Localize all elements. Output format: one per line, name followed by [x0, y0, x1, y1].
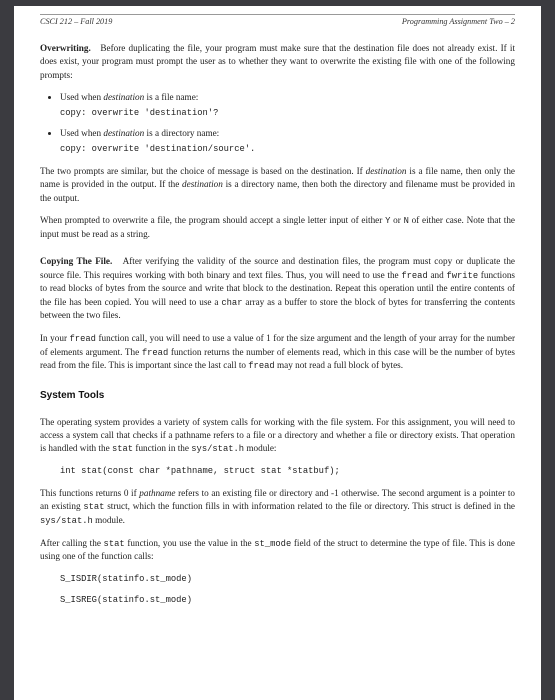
prompt-list: Used when destination is a file name: co… — [40, 91, 515, 156]
systools-p1: The operating system provides a variety … — [40, 416, 515, 456]
copying-p1: Copying The File. After verifying the va… — [40, 255, 515, 323]
destination-term: destination — [103, 92, 144, 102]
text: is a directory name: — [144, 128, 219, 138]
s-isreg-call: S_ISREG(statinfo.st_mode) — [60, 594, 515, 607]
text: Used when — [60, 128, 103, 138]
text: and — [428, 270, 447, 280]
text: Used when — [60, 92, 103, 102]
text: When prompted to overwrite a file, the p… — [40, 215, 385, 225]
text: function in the — [133, 443, 191, 453]
overwriting-intro: Overwriting. Before duplicating the file… — [40, 42, 515, 82]
copying-p2: In your fread function call, you will ne… — [40, 332, 515, 373]
destination-term: destination — [103, 128, 144, 138]
text: Before duplicating the file, your progra… — [40, 43, 515, 80]
code-inline: fwrite — [446, 271, 478, 281]
text: function, you use the value in the — [125, 538, 255, 548]
header-left: CSCI 212 – Fall 2019 — [40, 16, 112, 28]
overwriting-explain: The two prompts are similar, but the cho… — [40, 165, 515, 205]
code-inline: fread — [70, 334, 96, 344]
systools-p2: This functions returns 0 if pathname ref… — [40, 487, 515, 528]
list-item: Used when destination is a file name: co… — [60, 91, 515, 120]
text: In your — [40, 333, 70, 343]
destination-term: destination — [366, 166, 407, 176]
copying-heading: Copying The File. — [40, 256, 112, 266]
stat-signature: int stat(const char *pathname, struct st… — [60, 465, 515, 478]
text: After calling the — [40, 538, 104, 548]
code-inline: stat — [83, 502, 104, 512]
s-isdir-call: S_ISDIR(statinfo.st_mode) — [60, 573, 515, 586]
list-item: Used when destination is a directory nam… — [60, 127, 515, 156]
code-inline: stat — [104, 539, 125, 549]
overwriting-input: When prompted to overwrite a file, the p… — [40, 214, 515, 241]
code-inline: stat — [112, 444, 133, 454]
page-header: CSCI 212 – Fall 2019 Programming Assignm… — [40, 14, 515, 28]
text: may not read a full block of bytes. — [275, 360, 403, 370]
code-inline: fread — [401, 271, 427, 281]
code-inline: fread — [248, 361, 274, 371]
text: module. — [93, 515, 125, 525]
text: is a file name: — [144, 92, 198, 102]
header-right: Programming Assignment Two – 2 — [402, 16, 515, 28]
system-tools-heading: System Tools — [40, 389, 515, 404]
code-inline: st_mode — [254, 539, 291, 549]
text: This functions returns 0 if — [40, 488, 139, 498]
text: The two prompts are similar, but the cho… — [40, 166, 366, 176]
text: module: — [244, 443, 276, 453]
code-inline: fread — [142, 348, 168, 358]
document-page: CSCI 212 – Fall 2019 Programming Assignm… — [14, 6, 541, 700]
systools-p3: After calling the stat function, you use… — [40, 537, 515, 564]
code-line: copy: overwrite 'destination'? — [60, 107, 515, 120]
destination-term: destination — [182, 179, 223, 189]
pathname-term: pathname — [139, 488, 175, 498]
text: struct, which the function fills in with… — [104, 501, 515, 511]
overwriting-heading: Overwriting. — [40, 43, 91, 53]
text: or — [390, 215, 403, 225]
code-line: copy: overwrite 'destination/source'. — [60, 143, 515, 156]
code-inline: sys/stat.h — [191, 444, 244, 454]
code-inline: sys/stat.h — [40, 516, 93, 526]
code-inline: char — [221, 298, 242, 308]
